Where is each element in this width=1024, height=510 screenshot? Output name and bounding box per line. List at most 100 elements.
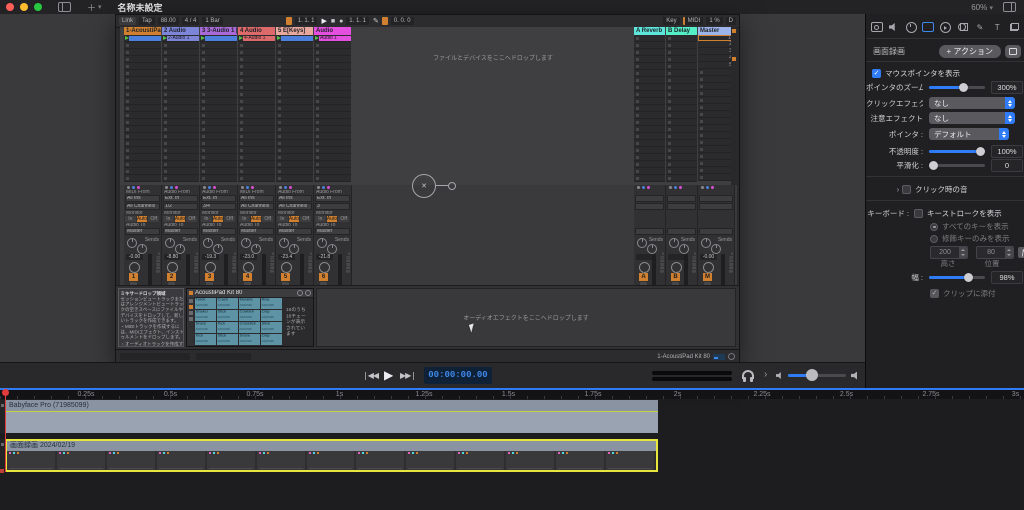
go-to-start-button[interactable]: ❘◀◀ — [362, 371, 378, 380]
clip-stop-button[interactable] — [202, 156, 205, 159]
clip-stop-button[interactable] — [240, 170, 243, 173]
return-slot[interactable] — [634, 112, 665, 119]
clip-stop-button[interactable] — [164, 142, 167, 145]
clip-stop-button[interactable] — [240, 79, 243, 82]
clip-stop-button[interactable] — [278, 128, 281, 131]
return-slot[interactable] — [634, 84, 665, 91]
clip-slot[interactable] — [162, 126, 199, 133]
output-select[interactable] — [699, 228, 733, 235]
clip-stop-button[interactable] — [164, 79, 167, 82]
clip-stop-button[interactable] — [316, 156, 319, 159]
clip-slot[interactable] — [200, 168, 237, 175]
select-stepper-icon[interactable] — [999, 128, 1009, 140]
clip-stop-button[interactable] — [164, 93, 167, 96]
clip-stop-button[interactable] — [164, 86, 167, 89]
clip-slot[interactable] — [276, 168, 313, 175]
clip-slot[interactable] — [314, 77, 351, 84]
volume-db-value[interactable]: -23.4 — [278, 254, 295, 260]
return-slot[interactable] — [634, 119, 665, 126]
scene-slot[interactable]: 4 — [698, 55, 734, 62]
clip-stop-button[interactable] — [202, 170, 205, 173]
return-slot[interactable] — [634, 161, 665, 168]
io-toggle[interactable] — [732, 29, 736, 33]
session-clip[interactable]: Audio 1 — [319, 36, 351, 41]
scene-slot[interactable] — [698, 111, 734, 118]
clip-stop-button[interactable] — [240, 114, 243, 117]
return-slot[interactable] — [634, 49, 665, 56]
clip-stop-button[interactable] — [164, 44, 167, 47]
clip-slot[interactable] — [200, 147, 237, 154]
clip-slot[interactable] — [314, 112, 351, 119]
clip-slot[interactable] — [314, 56, 351, 63]
track-activator-button[interactable]: B — [671, 273, 680, 281]
drum-pad[interactable]: SnareAcoustic — [239, 334, 260, 345]
clip-slot[interactable] — [162, 105, 199, 112]
width-slider[interactable] — [929, 270, 985, 284]
clip-slot[interactable] — [124, 35, 161, 42]
clip-slot[interactable] — [162, 161, 199, 168]
clip-stop-button[interactable] — [126, 163, 129, 166]
rack-chain-button[interactable] — [189, 311, 193, 315]
clip-stop-button[interactable] — [240, 163, 243, 166]
volume-max-icon[interactable] — [851, 372, 861, 380]
keystrokes-checkbox[interactable] — [914, 209, 923, 218]
tab-timer-icon[interactable] — [905, 21, 918, 33]
rack-return-button[interactable] — [189, 317, 193, 321]
selected-empty-slot[interactable] — [205, 36, 237, 41]
click-effect-select[interactable]: なし — [929, 97, 1015, 109]
track-header[interactable]: Master — [698, 27, 734, 35]
return-slot[interactable] — [634, 56, 665, 63]
channel-select[interactable]: 3 — [315, 203, 350, 210]
clip-slot[interactable] — [314, 63, 351, 70]
clip-stop-button[interactable] — [164, 58, 167, 61]
return-slot[interactable] — [634, 63, 665, 70]
send-a-knob[interactable] — [241, 238, 251, 248]
pointer-zoom-slider[interactable] — [929, 80, 985, 94]
track-activator-button[interactable]: 3 — [205, 273, 214, 281]
clip-slot[interactable] — [124, 42, 161, 49]
clip-slot[interactable] — [314, 133, 351, 140]
clip-slot[interactable] — [162, 49, 199, 56]
clip-slot[interactable] — [276, 77, 313, 84]
toolbar-item[interactable]: 1 Bar — [202, 17, 222, 25]
clip-slot[interactable] — [238, 168, 275, 175]
tab-audio-icon[interactable] — [887, 21, 900, 33]
clip-slot[interactable] — [238, 63, 275, 70]
stepper-arrows-icon[interactable] — [1005, 247, 1013, 258]
clip-slot[interactable] — [238, 98, 275, 105]
clip-slot[interactable] — [200, 175, 237, 182]
clip-slot[interactable] — [276, 35, 313, 42]
clip-slot[interactable] — [238, 105, 275, 112]
return-slot[interactable] — [666, 147, 697, 154]
return-slot[interactable] — [666, 49, 697, 56]
track-activator-button[interactable]: 2 — [167, 273, 176, 281]
channel-select[interactable]: All Channels — [125, 203, 160, 210]
clip-stop-button[interactable] — [240, 156, 243, 159]
clip-slot[interactable] — [200, 133, 237, 140]
clip-stop-button[interactable] — [240, 86, 243, 89]
track-activator-button[interactable]: 6 — [319, 273, 328, 281]
toolbar-status-item[interactable]: 1 % — [706, 17, 722, 25]
clip-stop-button[interactable] — [316, 58, 319, 61]
clip-slot[interactable] — [314, 175, 351, 182]
drum-pad[interactable]: CrosstickAcoustic — [239, 322, 260, 333]
position-stepper[interactable]: 80 — [976, 246, 1014, 259]
clip-slot[interactable] — [238, 147, 275, 154]
clip-stop-button[interactable] — [240, 107, 243, 110]
clip-slot[interactable] — [124, 105, 161, 112]
clip-stop-button[interactable] — [164, 65, 167, 68]
toolbar-status-item[interactable]: D — [726, 17, 736, 25]
return-slot[interactable] — [634, 175, 665, 182]
monitor-in-button[interactable]: In — [239, 216, 250, 222]
action-settings-icon[interactable] — [1005, 45, 1021, 58]
send-a-knob[interactable] — [165, 238, 175, 248]
volume-db-value[interactable]: -19.3 — [202, 254, 219, 260]
return-slot[interactable] — [634, 98, 665, 105]
clip-slot[interactable] — [162, 112, 199, 119]
clip-slot[interactable] — [314, 140, 351, 147]
clip-stop-button[interactable] — [202, 100, 205, 103]
clip-stop-button[interactable] — [126, 44, 129, 47]
track-activator-button[interactable]: A — [639, 273, 648, 281]
timeline-ruler[interactable]: 0.25s0.5s0.75s1s1.25s1.5s1.75s2s2.25s2.5… — [0, 388, 1024, 399]
return-slot[interactable] — [666, 77, 697, 84]
